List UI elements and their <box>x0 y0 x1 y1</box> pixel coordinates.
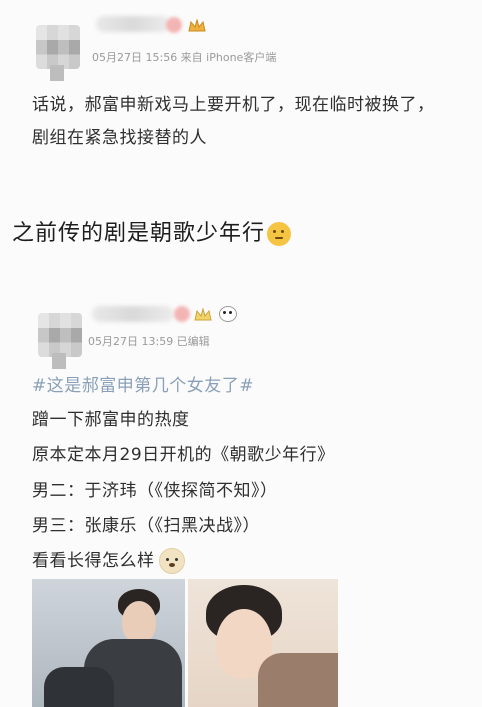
post-text-line: 男三：张康乐（《扫黑决战》） <box>32 516 260 536</box>
panda-icon <box>219 306 237 322</box>
username[interactable] <box>92 306 174 322</box>
badge-icon <box>174 306 190 322</box>
crown-icon <box>194 308 212 321</box>
photo-detail <box>44 667 114 707</box>
post-text-line: 话说，郝富申新戏马上要开机了，现在临时被换了， <box>32 95 435 115</box>
post-text-label: 看看长得怎么样 <box>32 551 155 571</box>
post-meta: 05月27日 15:56 来自 iPhone客户端 <box>92 51 277 64</box>
post-photo[interactable] <box>32 579 185 707</box>
post-photo[interactable] <box>188 579 338 707</box>
avatar[interactable] <box>38 313 82 369</box>
topic-tag[interactable]: #这是郝富申第几个女友了# <box>32 371 254 396</box>
post-text-line: 剧组在紧急找接替的人 <box>32 128 207 148</box>
comment-label: 之前传的剧是朝歌少年行 <box>12 221 266 246</box>
username[interactable] <box>96 16 170 32</box>
post-text-line: 男二：于济玮（《侠探简不知》） <box>32 481 278 501</box>
comment-text: 之前传的剧是朝歌少年行 <box>12 215 292 247</box>
post-text-line: 原本定本月29日开机的《朝歌少年行》 <box>32 445 335 465</box>
thinking-emoji-icon <box>267 222 292 246</box>
photo-detail <box>122 601 156 643</box>
dog-emoji-icon <box>158 548 185 574</box>
badge-icon <box>166 17 182 33</box>
post-meta: 05月27日 13:59 已编辑 <box>88 335 210 348</box>
post-text-line: 蹭一下郝富申的热度 <box>32 410 190 430</box>
photo-detail <box>258 653 338 707</box>
avatar[interactable] <box>36 25 80 81</box>
crown-icon <box>188 19 206 32</box>
post-text-line: 看看长得怎么样 <box>32 546 185 574</box>
